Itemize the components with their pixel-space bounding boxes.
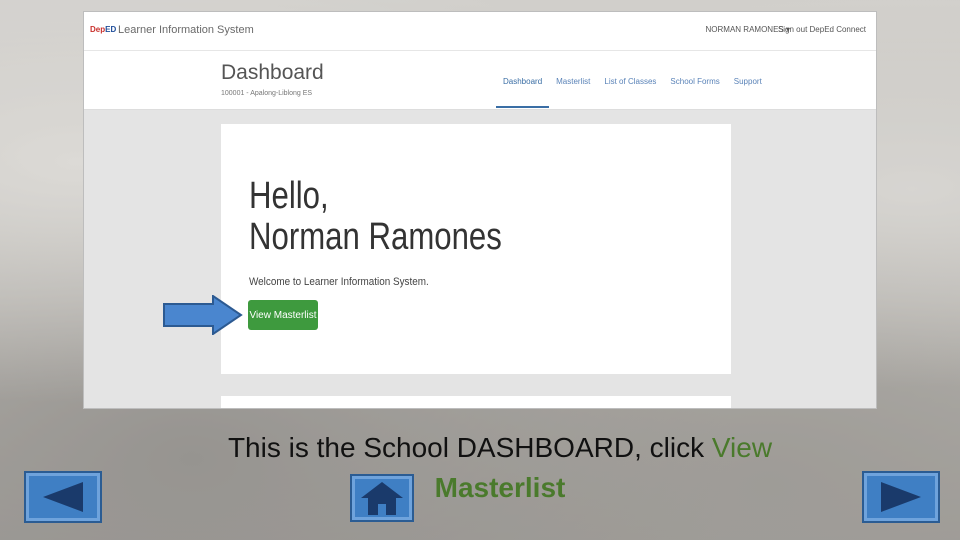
secondary-card <box>221 396 731 408</box>
tab-school-forms[interactable]: School Forms <box>663 77 726 108</box>
tab-list-of-classes[interactable]: List of Classes <box>597 77 663 108</box>
home-button[interactable] <box>350 474 414 522</box>
next-slide-button[interactable] <box>862 471 940 523</box>
top-bar: DepED Learner Information System NORMAN … <box>84 12 876 51</box>
tab-dashboard[interactable]: Dashboard <box>496 77 550 108</box>
left-triangle-icon <box>43 482 83 512</box>
tab-masterlist[interactable]: Masterlist <box>549 77 597 108</box>
instruction-caption: This is the School DASHBOARD, click View… <box>150 428 850 508</box>
caption-text: This is the School DASHBOARD, click <box>227 432 712 463</box>
previous-slide-button[interactable] <box>24 471 102 523</box>
tab-support[interactable]: Support <box>727 77 769 108</box>
school-name: 100001 - Apalong-Liblong ES <box>221 90 313 97</box>
house-icon <box>361 482 403 515</box>
right-arrow-icon <box>163 295 243 335</box>
signout-link[interactable]: Sign out DepEd Connect <box>778 25 866 34</box>
greeting-line-1: Hello, <box>249 175 329 217</box>
app-title: Learner Information System <box>118 24 254 36</box>
page-header: Dashboard 100001 - Apalong-Liblong ES Da… <box>84 51 876 110</box>
deped-logo: DepED <box>90 25 117 34</box>
main-nav: Dashboard Masterlist List of Classes Sch… <box>496 77 769 108</box>
right-triangle-icon <box>881 482 921 512</box>
view-masterlist-button[interactable]: View Masterlist <box>248 300 318 330</box>
welcome-text: Welcome to Learner Information System. <box>249 276 429 288</box>
welcome-card: Hello, Norman Ramones Welcome to Learner… <box>221 124 731 374</box>
page-title: Dashboard <box>221 61 324 84</box>
greeting-line-2: Norman Ramones <box>249 216 502 258</box>
lis-screenshot: DepED Learner Information System NORMAN … <box>84 12 876 408</box>
caption-highlight-masterlist: Masterlist <box>434 472 566 503</box>
caption-highlight-view: View <box>711 432 773 463</box>
